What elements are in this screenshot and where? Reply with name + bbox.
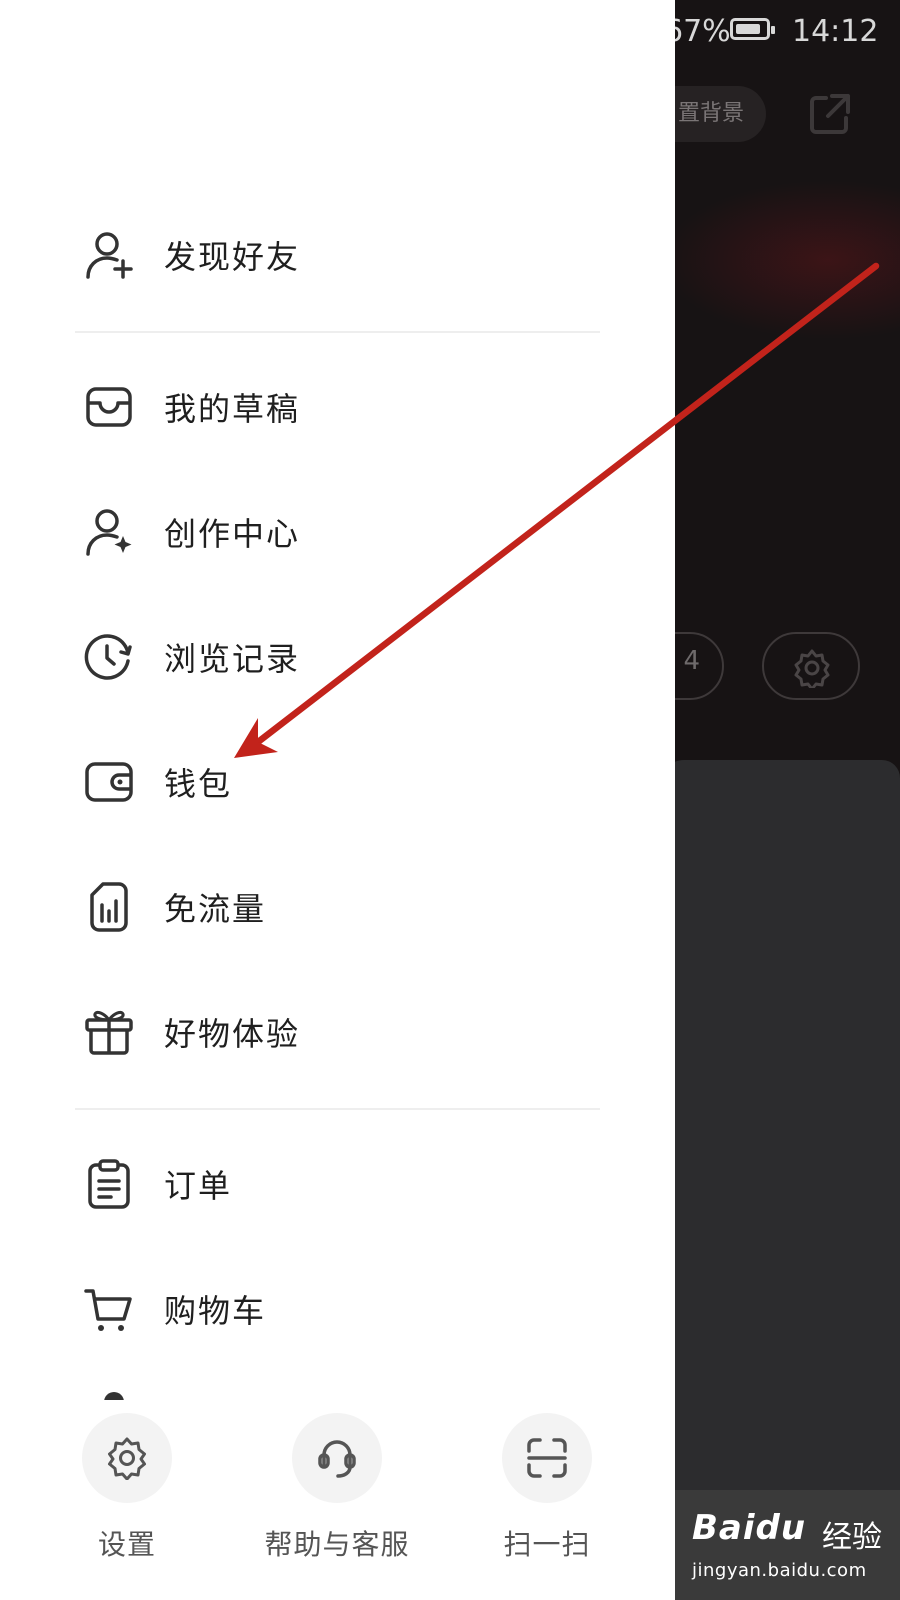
menu-item-creator-center[interactable]: 创作中心 [72, 487, 632, 577]
clipboard-icon [78, 1153, 140, 1215]
watermark-brand-suffix: 经验 [822, 1520, 882, 1555]
gear-icon [794, 649, 830, 688]
help-service-button[interactable]: 帮助与客服 [247, 1413, 427, 1563]
wallet-icon [78, 751, 140, 813]
gift-icon [78, 1001, 140, 1063]
help-service-button-circle[interactable] [292, 1413, 382, 1503]
menu-item-product-trial[interactable]: 好物体验 [72, 987, 632, 1077]
menu-item-label: 免流量 [164, 890, 267, 928]
background-banner [660, 180, 900, 340]
set-background-label: 置背景 [677, 101, 744, 126]
watermark-brand: Baidu [692, 1508, 807, 1548]
share-icon [810, 94, 850, 134]
menu-divider [75, 331, 600, 333]
scan-icon [527, 1438, 567, 1478]
gear-icon [108, 1437, 146, 1480]
background-content-panel [660, 760, 900, 1490]
menu-item-cart[interactable]: 购物车 [72, 1264, 632, 1354]
scan-label: 扫一扫 [503, 1528, 591, 1561]
menu-item-history[interactable]: 浏览记录 [72, 612, 632, 702]
menu-item-orders[interactable]: 订单 [72, 1139, 632, 1229]
menu-item-label: 订单 [164, 1167, 233, 1205]
status-bar: 67% 14:12 [660, 12, 900, 52]
creator-icon [78, 501, 140, 563]
status-time: 14:12 [792, 14, 879, 49]
menu-item-label: 好物体验 [164, 1015, 301, 1053]
settings-label: 设置 [97, 1528, 156, 1561]
add-friend-icon [78, 224, 140, 286]
watermark-url: jingyan.baidu.com [692, 1560, 867, 1581]
watermark: Baidu 经验 jingyan.baidu.com [688, 1500, 898, 1600]
menu-item-label: 购物车 [164, 1292, 267, 1330]
menu-item-find-friends[interactable]: 发现好友 [72, 210, 632, 300]
side-drawer: 发现好友 我的草稿 创作中心 浏览记录 钱包 免流量 好物体验 订单 购物车 设… [0, 0, 675, 1600]
background-settings-button [762, 632, 860, 700]
menu-divider [75, 1108, 600, 1110]
settings-button-circle[interactable] [82, 1413, 172, 1503]
cart-icon [78, 1278, 140, 1340]
help-service-label: 帮助与客服 [264, 1528, 410, 1561]
menu-item-wallet[interactable]: 钱包 [72, 737, 632, 827]
history-icon [78, 626, 140, 688]
headset-icon [318, 1440, 356, 1478]
menu-item-label: 创作中心 [164, 515, 301, 553]
inbox-icon [78, 376, 140, 438]
scan-button[interactable]: 扫一扫 [457, 1413, 637, 1563]
menu-item-free-data[interactable]: 免流量 [72, 862, 632, 952]
sim-card-icon [78, 876, 140, 938]
menu-item-label: 我的草稿 [164, 390, 301, 428]
menu-item-label: 浏览记录 [164, 640, 301, 678]
menu-item-label: 发现好友 [164, 238, 301, 276]
background-button-fragment: 4 [683, 646, 700, 676]
menu-item-label: 钱包 [164, 765, 233, 803]
menu-item-drafts[interactable]: 我的草稿 [72, 362, 632, 452]
battery-icon [730, 18, 775, 40]
settings-button[interactable]: 设置 [37, 1413, 217, 1563]
scan-button-circle[interactable] [502, 1413, 592, 1503]
